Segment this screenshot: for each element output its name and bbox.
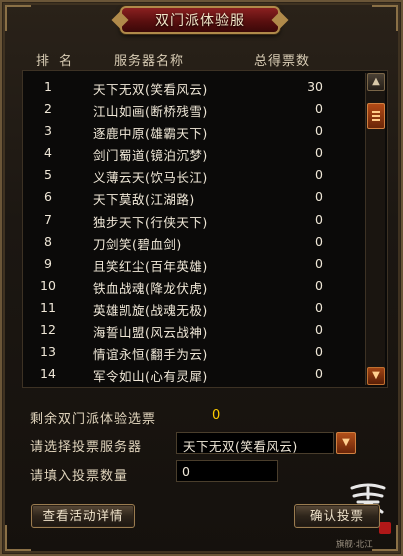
server-name-cell: 情谊永恒(翻手为云) (93, 347, 208, 363)
table-row: 11 英雄凯旋(战魂无极) 0 (23, 296, 363, 318)
confirm-vote-button[interactable]: 确认投票 (294, 504, 380, 528)
table-row: 4 剑门蜀道(镜泊沉梦) 0 (23, 141, 363, 163)
votes-cell: 0 (315, 344, 323, 360)
server-name-cell: 江山如画(断桥残雪) (93, 104, 208, 120)
rank-cell: 6 (44, 189, 52, 205)
table-row: 9 且笑红尘(百年英雄) 0 (23, 252, 363, 274)
server-name-cell: 天下无双(笑看风云) (93, 82, 208, 97)
server-name-cell: 独步天下(行侠天下) (93, 214, 208, 230)
votes-cell: 0 (315, 277, 323, 293)
table-row: 5 义薄云天(饮马长江) 0 (23, 163, 363, 185)
server-name-cell: 天下莫敌(江湖路) (93, 192, 195, 208)
watermark-text: 旗舰·北江 (336, 540, 373, 550)
table-row: 13 情谊永恒(翻手为云) 0 (23, 340, 363, 362)
rank-cell: 11 (40, 299, 56, 315)
votes-cell: 0 (315, 322, 323, 338)
votes-cell: 0 (315, 101, 323, 117)
table-row: 7 独步天下(行侠天下) 0 (23, 208, 363, 230)
table-row: 3 逐鹿中原(雄霸天下) 0 (23, 119, 363, 141)
rank-cell: 4 (44, 145, 52, 161)
server-name-cell: 军令如山(心有灵犀) (93, 369, 208, 385)
rank-cell: 10 (40, 277, 56, 293)
votes-cell: 0 (315, 167, 323, 183)
vote-quantity-label: 请填入投票数量 (30, 469, 129, 484)
server-name-cell: 铁血战魂(降龙伏虎) (93, 280, 208, 296)
server-name-cell: 逐鹿中原(雄霸天下) (93, 126, 208, 142)
ranking-rows: 1 天下无双(笑看风云) 30 2 江山如画(断桥残雪) 0 3 逐鹿中原(雄霸天下) 0 4 剑门… (23, 75, 363, 384)
scroll-down-icon[interactable]: ▼ (367, 367, 385, 385)
server-name-cell: 义薄云天(饮马长江) (93, 170, 208, 186)
table-row: 8 刀剑笑(碧血剑) 0 (23, 230, 363, 252)
rank-cell: 12 (40, 322, 56, 338)
chevron-down-icon[interactable]: ▼ (336, 432, 356, 454)
frame-corner-ornament (372, 5, 398, 31)
server-name-cell: 剑门蜀道(镜泊沉梦) (93, 148, 208, 164)
rank-cell: 3 (44, 123, 52, 139)
header-total-votes: 总得票数 (254, 54, 311, 69)
remaining-votes-label: 剩余双门派体验选票 (30, 412, 157, 427)
rank-cell: 8 (44, 233, 52, 249)
rank-cell: 1 (44, 79, 52, 94)
votes-cell: 0 (315, 255, 323, 271)
frame-corner-ornament (5, 525, 31, 551)
rank-cell: 9 (44, 255, 52, 271)
table-row: 12 海誓山盟(风云战神) 0 (23, 318, 363, 340)
scrollbar[interactable]: ▲ ▼ (365, 73, 385, 385)
server-select[interactable]: 天下无双(笑看风云) (176, 432, 334, 454)
votes-cell: 30 (307, 79, 323, 94)
rank-cell: 7 (44, 211, 52, 227)
votes-cell: 0 (315, 123, 323, 139)
table-row: 2 江山如画(断桥残雪) 0 (23, 97, 363, 119)
rank-cell: 2 (44, 101, 52, 117)
table-row: 14 军令如山(心有灵犀) 0 (23, 362, 363, 384)
rank-cell: 5 (44, 167, 52, 183)
header-server-name: 服务器名称 (114, 54, 185, 69)
view-details-button[interactable]: 查看活动详情 (31, 504, 135, 528)
frame-corner-ornament (5, 5, 31, 31)
dialog-title: 双门派体验服 (155, 13, 245, 29)
votes-cell: 0 (315, 233, 323, 249)
title-plate: 双门派体验服 (120, 6, 280, 34)
header-rank: 排名 (36, 54, 83, 69)
table-row: 1 天下无双(笑看风云) 30 (23, 75, 363, 97)
server-name-cell: 且笑红尘(百年英雄) (93, 258, 208, 274)
remaining-votes-value: 0 (212, 408, 221, 423)
vote-quantity-input[interactable]: 0 (176, 460, 278, 482)
votes-cell: 0 (315, 211, 323, 227)
votes-cell: 0 (315, 299, 323, 315)
scroll-up-icon[interactable]: ▲ (367, 73, 385, 91)
server-name-cell: 英雄凯旋(战魂无极) (93, 302, 208, 318)
ranking-table: 1 天下无双(笑看风云) 30 2 江山如画(断桥残雪) 0 3 逐鹿中原(雄霸天下) 0 4 剑门… (22, 70, 388, 388)
rank-cell: 13 (40, 344, 56, 360)
server-name-cell: 海誓山盟(风云战神) (93, 325, 208, 341)
table-header: 排名 服务器名称 总得票数 (22, 48, 382, 70)
table-row: 6 天下莫敌(江湖路) 0 (23, 185, 363, 207)
votes-cell: 0 (315, 366, 323, 382)
table-row: 10 铁血战魂(降龙伏虎) 0 (23, 274, 363, 296)
scroll-thumb[interactable] (367, 103, 385, 129)
votes-cell: 0 (315, 189, 323, 205)
votes-cell: 0 (315, 145, 323, 161)
server-name-cell: 刀剑笑(碧血剑) (93, 236, 182, 252)
rank-cell: 14 (40, 366, 56, 382)
server-select-label: 请选择投票服务器 (30, 440, 143, 455)
red-seal-stamp (379, 522, 391, 534)
